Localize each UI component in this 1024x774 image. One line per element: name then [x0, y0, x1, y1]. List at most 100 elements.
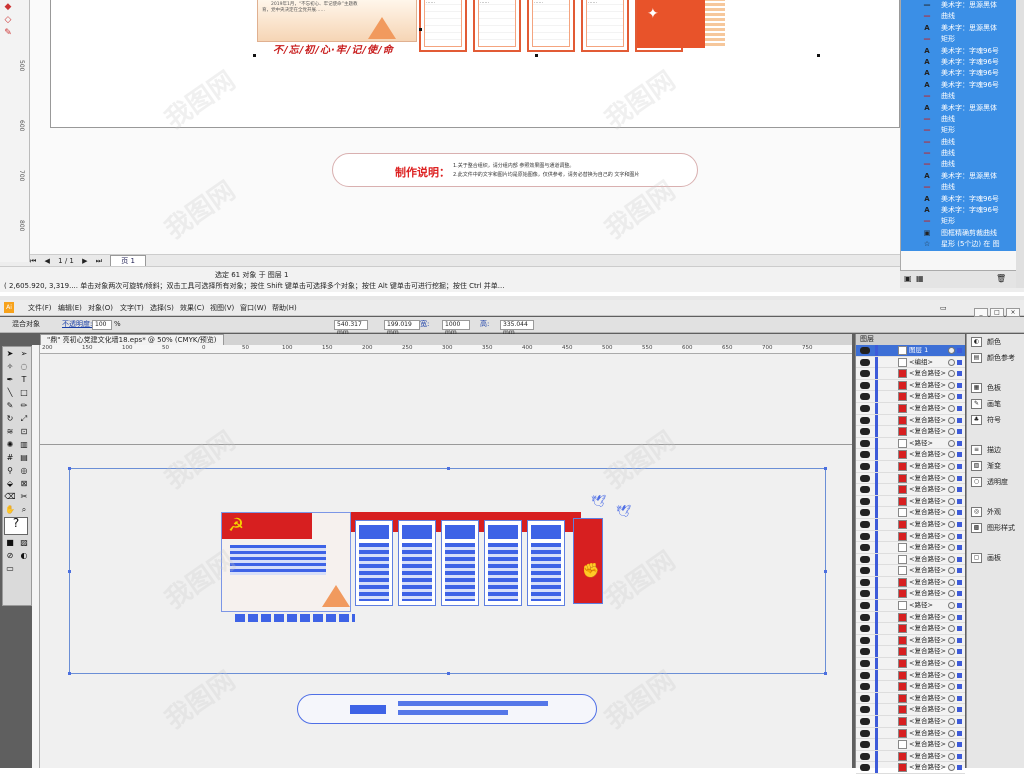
visibility-eye-icon[interactable]: [860, 613, 870, 621]
color-mode-icon[interactable]: ■: [4, 537, 16, 548]
rectangle-tool-icon[interactable]: □: [18, 387, 30, 398]
eyedropper-tool-icon[interactable]: ✎: [2, 27, 14, 39]
visibility-eye-icon[interactable]: [860, 578, 870, 586]
target-circle-icon[interactable]: [948, 671, 955, 679]
draw-mode-icon[interactable]: ◐: [18, 550, 30, 561]
selection-square-icon[interactable]: [957, 568, 962, 574]
prev-page-icon[interactable]: ◀: [45, 257, 50, 265]
target-circle-icon[interactable]: [948, 404, 955, 412]
target-circle-icon[interactable]: [948, 497, 955, 505]
target-circle-icon[interactable]: [948, 648, 955, 656]
y-input[interactable]: 199.019 mm: [384, 320, 420, 336]
selection-square-icon[interactable]: [957, 510, 962, 516]
selection-square-icon[interactable]: [957, 545, 962, 551]
target-circle-icon[interactable]: [948, 718, 955, 725]
target-circle-icon[interactable]: [948, 578, 955, 586]
selection-square-icon[interactable]: [957, 521, 962, 527]
selection-square-icon[interactable]: [957, 730, 962, 736]
opacity-label[interactable]: 不透明度:: [62, 317, 92, 332]
width-input[interactable]: 1000 mm: [442, 320, 470, 336]
eraser-tool-icon[interactable]: ⌫: [4, 491, 16, 502]
sublayer-row[interactable]: <复合路径>: [856, 391, 965, 403]
brush-tool-icon[interactable]: ✎: [4, 400, 16, 411]
selection-square-icon[interactable]: [957, 719, 962, 724]
object-manager-row[interactable]: A 美术字：字魂96号: [901, 45, 1016, 57]
visibility-eye-icon[interactable]: [860, 567, 870, 575]
panel-tab[interactable]: ♣ 符号: [967, 412, 1024, 428]
visibility-eye-icon[interactable]: [860, 706, 870, 714]
object-manager-row[interactable]: A 美术字：字魂96号: [901, 193, 1016, 206]
close-button[interactable]: ×: [1006, 308, 1020, 317]
menu-item[interactable]: 帮助(H): [272, 300, 297, 316]
object-manager-row[interactable]: — 曲线: [901, 159, 1016, 171]
target-circle-icon[interactable]: [948, 428, 955, 436]
wall-artwork-preview[interactable]: ☭ ✊ 🕊 🕊: [221, 494, 631, 622]
panel-tab[interactable]: ▩ 图形样式: [967, 520, 1024, 536]
target-circle-icon[interactable]: [948, 683, 955, 691]
line-tool-icon[interactable]: ╲: [4, 387, 16, 398]
height-input[interactable]: 335.044 mm: [500, 320, 534, 336]
sublayer-row[interactable]: <复合路径>: [856, 495, 965, 508]
zoom-tool-icon[interactable]: ⌕: [18, 504, 30, 515]
selection-square-icon[interactable]: [957, 753, 962, 759]
target-circle-icon[interactable]: [948, 636, 955, 644]
object-manager-row[interactable]: — 曲线: [901, 136, 1016, 149]
selection-square-icon[interactable]: [957, 429, 962, 435]
selection-square-icon[interactable]: [957, 626, 962, 632]
outline-tool-icon[interactable]: ◇: [2, 14, 14, 26]
visibility-eye-icon[interactable]: [860, 416, 870, 424]
sublayer-row[interactable]: <复合路径>: [856, 727, 965, 740]
target-circle-icon[interactable]: [948, 567, 955, 575]
selection-square-icon[interactable]: [957, 591, 962, 597]
scale-tool-icon[interactable]: ⤢: [18, 413, 30, 424]
symbol-sprayer-icon[interactable]: ✺: [4, 439, 16, 450]
selection-handle[interactable]: [535, 54, 538, 57]
selection-square-icon[interactable]: [957, 707, 962, 713]
object-manager-row[interactable]: A 美术字：字魂96号: [901, 56, 1016, 69]
target-circle-icon[interactable]: [948, 555, 955, 563]
visibility-eye-icon[interactable]: [860, 370, 870, 378]
panel-tab[interactable]: ▧ 渐变: [967, 458, 1024, 474]
sublayer-row[interactable]: <路径>: [856, 437, 965, 450]
artwork-panel[interactable]: ……: [527, 0, 575, 52]
selection-square-icon[interactable]: [957, 672, 962, 678]
visibility-eye-icon[interactable]: [860, 590, 870, 598]
menu-item[interactable]: 编辑(E): [58, 300, 82, 316]
panel-tab[interactable]: ▦ 色板: [967, 380, 1024, 396]
selection-square-icon[interactable]: [957, 452, 962, 458]
target-circle-icon[interactable]: [948, 694, 955, 702]
visibility-eye-icon[interactable]: [860, 718, 870, 725]
object-manager-row[interactable]: A 美术字：思源黑体: [901, 22, 1016, 35]
target-circle-icon[interactable]: [948, 741, 955, 749]
sublayer-row[interactable]: <复合路径>: [856, 623, 965, 635]
selection-square-icon[interactable]: [957, 463, 962, 469]
object-manager-row[interactable]: — 曲线: [901, 11, 1016, 23]
lasso-icon[interactable]: ◌: [18, 361, 30, 372]
sublayer-row[interactable]: <复合路径>: [856, 634, 965, 647]
selection-handle[interactable]: [817, 54, 820, 57]
target-circle-icon[interactable]: [948, 729, 955, 737]
graph-tool-icon[interactable]: ▥: [18, 439, 30, 450]
visibility-eye-icon[interactable]: [860, 741, 870, 749]
panel-tab[interactable]: ≡ 描边: [967, 442, 1024, 458]
artwork-panel[interactable]: ……: [581, 0, 629, 52]
delete-icon[interactable]: 🗑: [996, 274, 1006, 283]
sublayer-row[interactable]: <复合路径>: [856, 565, 965, 577]
bounding-handle[interactable]: [68, 467, 71, 470]
visibility-eye-icon[interactable]: [860, 474, 870, 482]
target-circle-icon[interactable]: [948, 706, 955, 714]
maximize-button[interactable]: □: [990, 308, 1004, 317]
sublayer-row[interactable]: <路径>: [856, 600, 965, 612]
visibility-eye-icon[interactable]: [860, 381, 870, 389]
object-manager-row[interactable]: — 曲线: [901, 113, 1016, 126]
selection-square-icon[interactable]: [957, 579, 962, 585]
target-circle-icon[interactable]: [948, 370, 955, 378]
blend-tool-icon[interactable]: ◎: [18, 465, 30, 476]
sublayer-row[interactable]: <复合路径>: [856, 379, 965, 392]
sublayer-row[interactable]: <复合路径>: [856, 692, 965, 705]
panel-tab[interactable]: ✎ 画笔: [967, 396, 1024, 412]
target-circle-icon[interactable]: [948, 358, 955, 366]
visibility-eye-icon[interactable]: [860, 497, 870, 505]
object-manager-row[interactable]: — 矩形: [901, 125, 1016, 137]
object-manager-row[interactable]: — 美术字：思源黑体: [901, 0, 1016, 12]
